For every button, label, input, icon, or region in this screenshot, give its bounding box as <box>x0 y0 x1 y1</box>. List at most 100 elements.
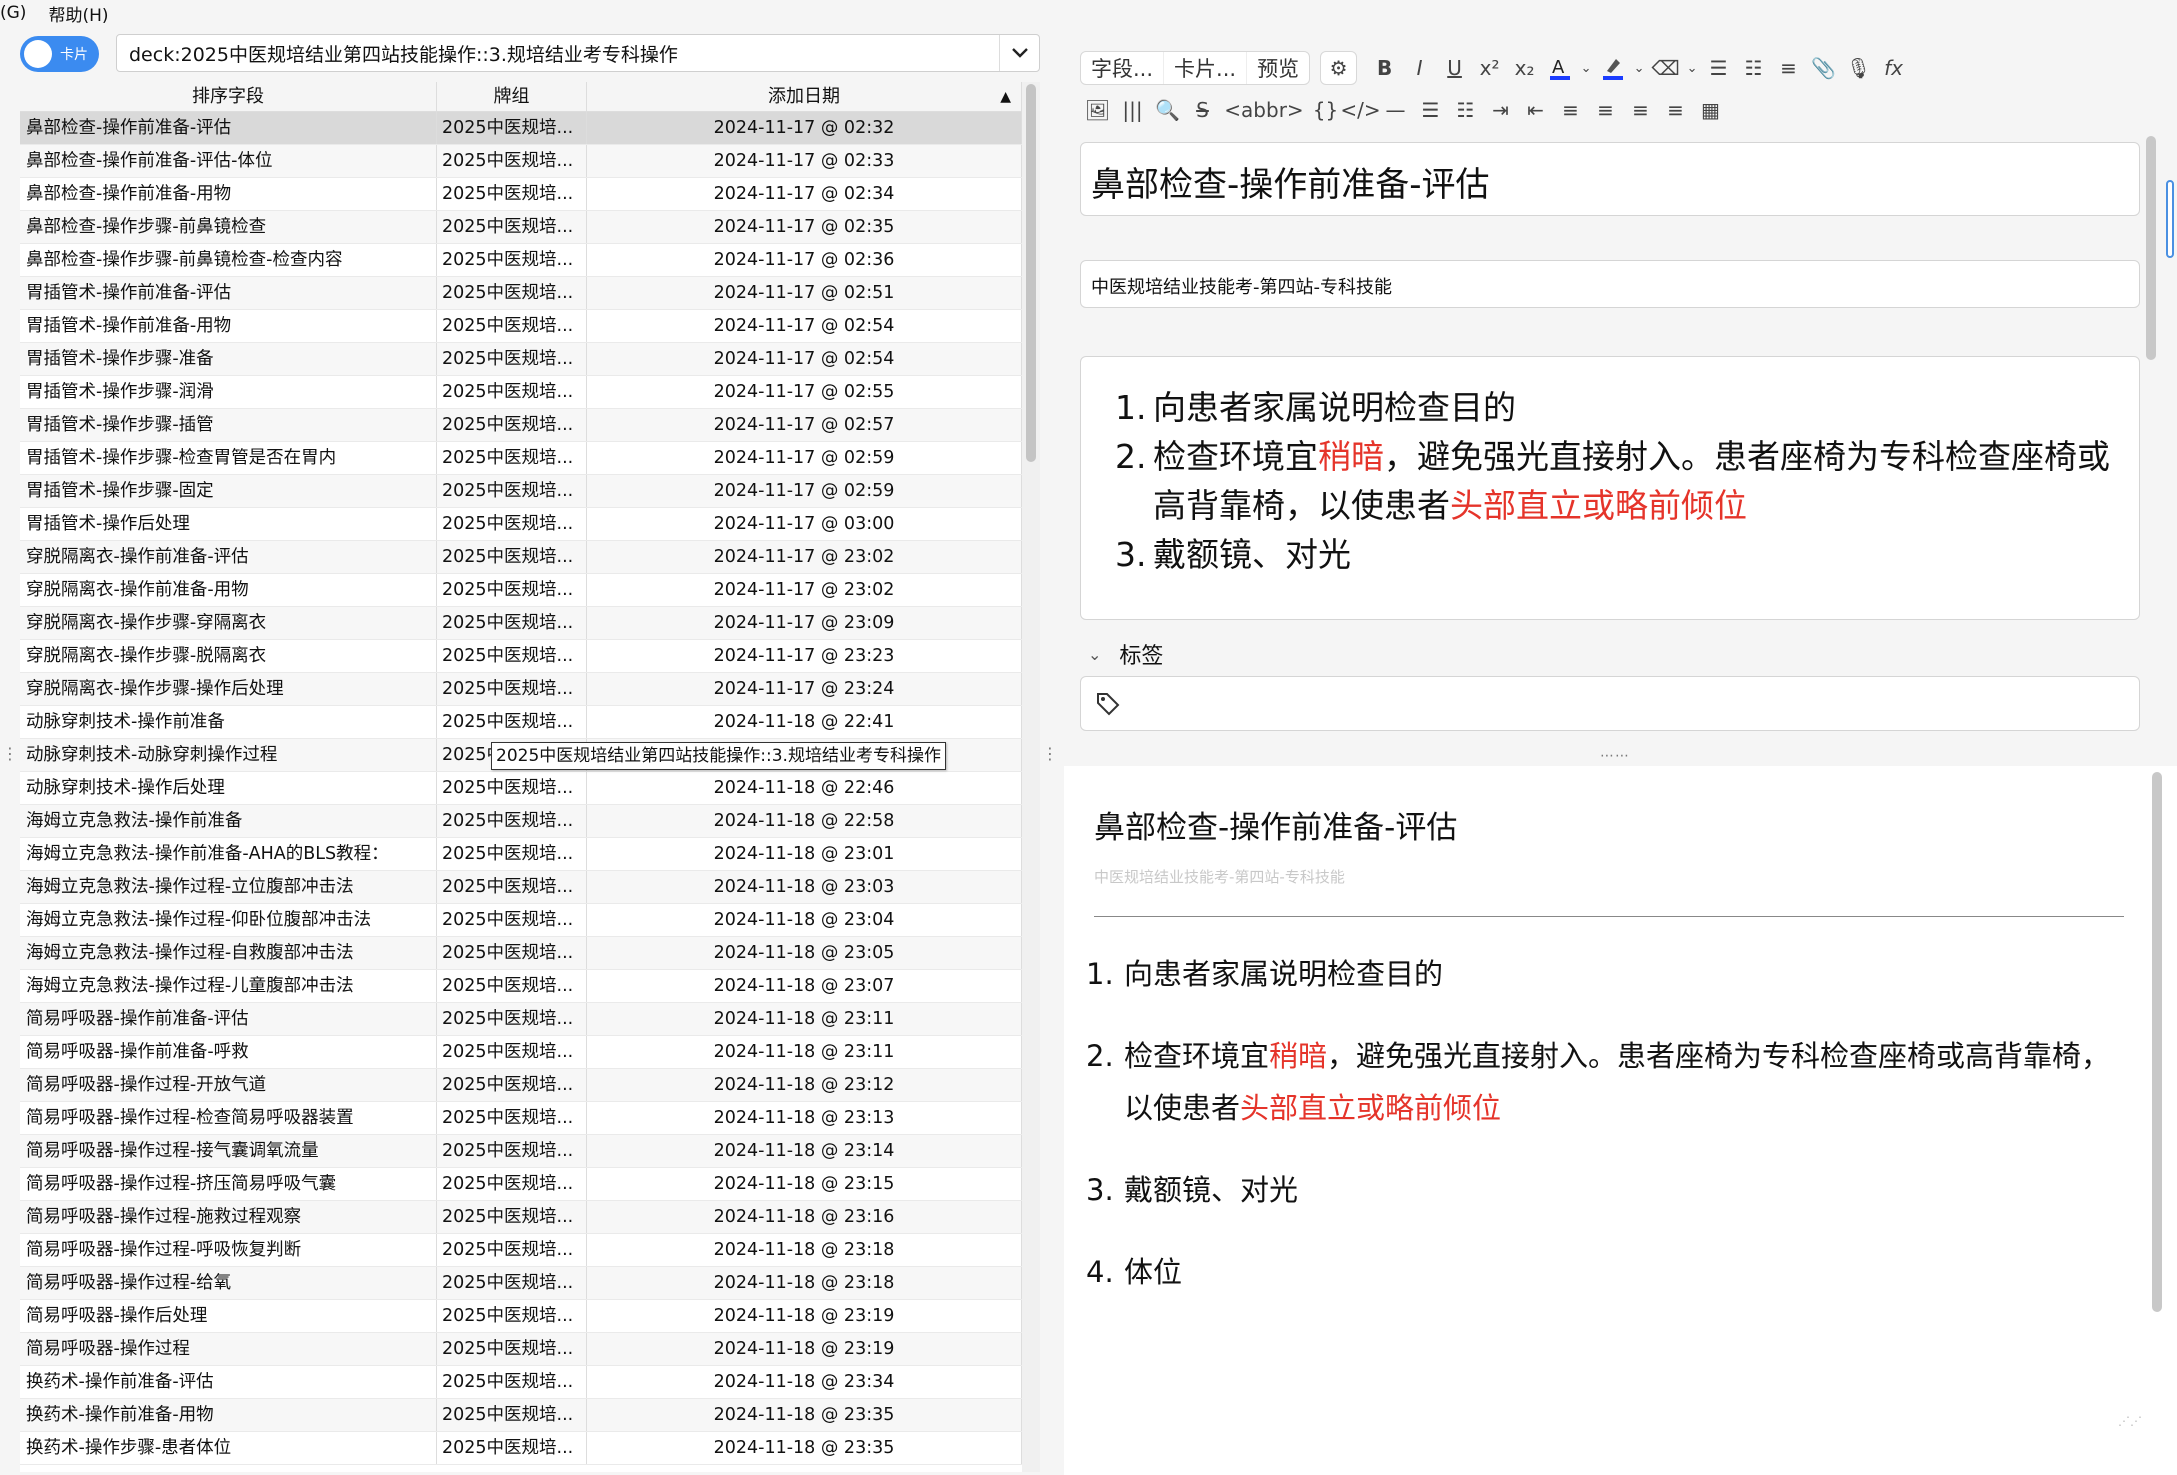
cell-deck[interactable]: 2025中医规培... <box>437 1366 587 1398</box>
cell-deck[interactable]: 2025中医规培... <box>437 376 587 408</box>
cell-deck[interactable]: 2025中医规培... <box>437 112 587 144</box>
cell-deck[interactable]: 2025中医规培... <box>437 1168 587 1200</box>
ordered-list-icon[interactable]: ☷ <box>1736 51 1771 85</box>
table-row[interactable]: 海姆立克急救法-操作前准备-AHA的BLS教程： 2025中医规培... 2024-… <box>20 838 1022 871</box>
cell-created[interactable]: 2024-11-18 @ 23:01 <box>587 838 1022 870</box>
menu-help[interactable]: 帮助(H) <box>48 1 108 26</box>
cell-deck[interactable]: 2025中医规培... <box>437 145 587 177</box>
cell-deck[interactable]: 2025中医规培... <box>437 1069 587 1101</box>
column-header-deck[interactable]: 牌组 <box>437 82 587 111</box>
menu-go[interactable]: (G) <box>0 3 26 23</box>
cell-sort-field[interactable]: 穿脱隔离衣-操作前准备-用物 <box>20 574 437 606</box>
cell-deck[interactable]: 2025中医规培... <box>437 475 587 507</box>
cell-sort-field[interactable]: 简易呼吸器-操作过程-施救过程观察 <box>20 1201 437 1233</box>
cell-created[interactable]: 2024-11-17 @ 02:35 <box>587 211 1022 243</box>
cell-deck[interactable]: 2025中医规培... <box>437 442 587 474</box>
cell-sort-field[interactable]: 穿脱隔离衣-操作步骤-脱隔离衣 <box>20 640 437 672</box>
microphone-icon[interactable]: 🎙 <box>1841 51 1876 85</box>
pane-splitter-icon[interactable]: ⋯⋯ <box>1600 748 1630 764</box>
cell-sort-field[interactable]: 简易呼吸器-操作过程-挤压简易呼吸气囊 <box>20 1168 437 1200</box>
cell-deck[interactable]: 2025中医规培... <box>437 574 587 606</box>
cell-deck[interactable]: 2025中医规培... <box>437 904 587 936</box>
cell-created[interactable]: 2024-11-18 @ 23:16 <box>587 1201 1022 1233</box>
cell-created[interactable]: 2024-11-17 @ 02:34 <box>587 178 1022 210</box>
question-field[interactable]: 鼻部检查-操作前准备-评估 <box>1080 142 2140 216</box>
cell-created[interactable]: 2024-11-18 @ 23:11 <box>587 1036 1022 1068</box>
cell-created[interactable]: 2024-11-18 @ 23:11 <box>587 1003 1022 1035</box>
cell-created[interactable]: 2024-11-17 @ 02:54 <box>587 310 1022 342</box>
cell-sort-field[interactable]: 换药术-操作步骤-患者体位 <box>20 1432 437 1464</box>
fields-button[interactable]: 字段... <box>1081 52 1165 84</box>
cell-created[interactable]: 2024-11-17 @ 02:33 <box>587 145 1022 177</box>
table-row[interactable]: 穿脱隔离衣-操作前准备-评估 2025中医规培... 2024-11-17 @ 23… <box>20 541 1022 574</box>
cards-notes-toggle[interactable]: 卡片 <box>20 36 99 72</box>
cell-created[interactable]: 2024-11-18 @ 23:14 <box>587 1135 1022 1167</box>
cell-sort-field[interactable]: 简易呼吸器-操作过程-检查简易呼吸器装置 <box>20 1102 437 1134</box>
table-row[interactable]: 穿脱隔离衣-操作步骤-脱隔离衣 2025中医规培... 2024-11-17 @ 2… <box>20 640 1022 673</box>
cell-deck[interactable]: 2025中医规培... <box>437 673 587 705</box>
table-row[interactable]: 动脉穿刺技术-操作前准备 2025中医规培... 2024-11-18 @ 22:4… <box>20 706 1022 739</box>
highlight-color-icon[interactable] <box>1595 51 1630 85</box>
table-row[interactable]: 简易呼吸器-操作过程-挤压简易呼吸气囊 2025中医规培... 2024-11-18… <box>20 1168 1022 1201</box>
table-row[interactable]: 穿脱隔离衣-操作步骤-穿隔离衣 2025中医规培... 2024-11-17 @ 2… <box>20 607 1022 640</box>
table-scrollbar[interactable] <box>1022 82 1040 1472</box>
cell-created[interactable]: 2024-11-18 @ 23:13 <box>587 1102 1022 1134</box>
gear-icon[interactable]: ⚙ <box>1321 51 1356 85</box>
editor-scrollbar[interactable] <box>2146 136 2156 360</box>
cell-sort-field[interactable]: 胃插管术-操作步骤-润滑 <box>20 376 437 408</box>
resize-grip-icon[interactable]: ⋰⋰ <box>2118 1414 2142 1428</box>
cell-deck[interactable]: 2025中医规培... <box>437 1333 587 1365</box>
cell-deck[interactable]: 2025中医规培... <box>437 310 587 342</box>
bullet-list-icon[interactable]: ☰ <box>1413 93 1448 127</box>
cell-created[interactable]: 2024-11-18 @ 23:35 <box>587 1432 1022 1464</box>
number-list-icon[interactable]: ☷ <box>1448 93 1483 127</box>
table-row[interactable]: 胃插管术-操作前准备-用物 2025中医规培... 2024-11-17 @ 02:… <box>20 310 1022 343</box>
cell-sort-field[interactable]: 海姆立克急救法-操作过程-自救腹部冲击法 <box>20 937 437 969</box>
text-color-icon[interactable]: A <box>1542 51 1577 85</box>
cell-sort-field[interactable]: 胃插管术-操作步骤-插管 <box>20 409 437 441</box>
cell-created[interactable]: 2024-11-18 @ 23:15 <box>587 1168 1022 1200</box>
cell-deck[interactable]: 2025中医规培... <box>437 1036 587 1068</box>
align-left-icon[interactable]: ≡ <box>1588 93 1623 127</box>
cell-created[interactable]: 2024-11-18 @ 23:34 <box>587 1366 1022 1398</box>
cell-created[interactable]: 2024-11-18 @ 23:18 <box>587 1234 1022 1266</box>
table-row[interactable]: 简易呼吸器-操作过程-给氧 2025中医规培... 2024-11-18 @ 23:… <box>20 1267 1022 1300</box>
table-row[interactable]: 胃插管术-操作后处理 2025中医规培... 2024-11-17 @ 03:00 <box>20 508 1022 541</box>
cell-deck[interactable]: 2025中医规培... <box>437 1003 587 1035</box>
function-icon[interactable]: fx <box>1876 51 1911 85</box>
eraser-icon[interactable]: ⌫ <box>1648 51 1683 85</box>
table-row[interactable]: 海姆立克急救法-操作过程-仰卧位腹部冲击法 2025中医规培... 2024-11-… <box>20 904 1022 937</box>
cell-deck[interactable]: 2025中医规培... <box>437 1399 587 1431</box>
cell-created[interactable]: 2024-11-17 @ 02:57 <box>587 409 1022 441</box>
cell-created[interactable]: 2024-11-18 @ 22:46 <box>587 772 1022 804</box>
table-row[interactable]: 鼻部检查-操作前准备-评估 2025中医规培... 2024-11-17 @ 02:… <box>20 112 1022 145</box>
cell-sort-field[interactable]: 简易呼吸器-操作过程 <box>20 1333 437 1365</box>
cell-created[interactable]: 2024-11-18 @ 23:12 <box>587 1069 1022 1101</box>
cell-sort-field[interactable]: 简易呼吸器-操作过程-接气囊调氧流量 <box>20 1135 437 1167</box>
underline-icon[interactable]: U <box>1437 51 1472 85</box>
cell-sort-field[interactable]: 胃插管术-操作后处理 <box>20 508 437 540</box>
cell-sort-field[interactable]: 简易呼吸器-操作过程-给氧 <box>20 1267 437 1299</box>
cell-deck[interactable]: 2025中医规培... <box>437 871 587 903</box>
cell-created[interactable]: 2024-11-18 @ 23:19 <box>587 1300 1022 1332</box>
search-page-icon[interactable]: 🔍 <box>1150 93 1185 127</box>
align-justify-icon[interactable]: ≡ <box>1658 93 1693 127</box>
cell-deck[interactable]: 2025中医规培... <box>437 1135 587 1167</box>
table-row[interactable]: 动脉穿刺技术-操作后处理 2025中医规培... 2024-11-18 @ 22:4… <box>20 772 1022 805</box>
editor-scrollbar-indicator[interactable] <box>2166 180 2174 258</box>
cell-created[interactable]: 2024-11-17 @ 02:36 <box>587 244 1022 276</box>
table-row[interactable]: 简易呼吸器-操作过程-开放气道 2025中医规培... 2024-11-18 @ 2… <box>20 1069 1022 1102</box>
cell-sort-field[interactable]: 动脉穿刺技术-操作前准备 <box>20 706 437 738</box>
search-value[interactable]: deck:2025中医规培结业第四站技能操作::3.规培结业考专科操作 <box>129 40 999 67</box>
code-icon[interactable]: </> <box>1340 93 1380 127</box>
cell-sort-field[interactable]: 胃插管术-操作步骤-准备 <box>20 343 437 375</box>
superscript-icon[interactable]: x² <box>1472 51 1507 85</box>
tags-field[interactable] <box>1080 676 2140 731</box>
cell-deck[interactable]: 2025中医规培... <box>437 772 587 804</box>
cell-deck[interactable]: 2025中医规培... <box>437 343 587 375</box>
cell-created[interactable]: 2024-11-18 @ 23:04 <box>587 904 1022 936</box>
cell-sort-field[interactable]: 简易呼吸器-操作后处理 <box>20 1300 437 1332</box>
cell-created[interactable]: 2024-11-17 @ 02:32 <box>587 112 1022 144</box>
cell-deck[interactable]: 2025中医规培... <box>437 607 587 639</box>
cell-deck[interactable]: 2025中医规培... <box>437 244 587 276</box>
